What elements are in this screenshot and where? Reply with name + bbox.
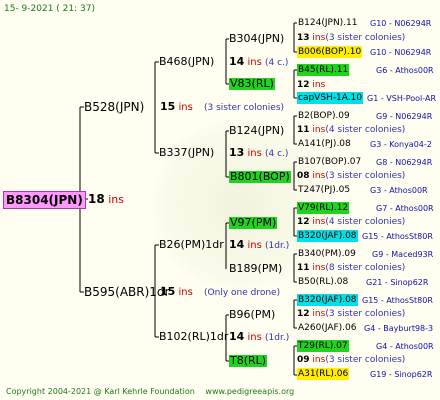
gen2-a-ins: 14 ins (4 c.)	[229, 56, 288, 69]
gen1-top-ins: 15 ins (3 sister colonies)	[160, 101, 284, 114]
gen2-a-info: (4 c.)	[265, 58, 289, 68]
gen4-label[interactable]: capVSH-1A.10	[297, 92, 364, 104]
gen4-code: G1 - VSH-Pool-AR	[367, 94, 437, 103]
gen4-label[interactable]: B340(PM).09	[297, 248, 357, 260]
gen2-b-info: (4 c.)	[265, 149, 289, 159]
gen2-d-label[interactable]: B102(RL)1dr	[159, 331, 228, 343]
gen4-label[interactable]: B320(JAF).08	[297, 294, 358, 306]
gen1-top-ins-word: ins	[178, 102, 193, 113]
gen4-label[interactable]: A141(PJ).08	[297, 138, 352, 150]
gen4-code: G3 - Athos00R	[370, 186, 428, 195]
gen4-label[interactable]: V79(RL).12	[297, 202, 350, 214]
gen4-code: G15 - AthosSt80R	[362, 296, 433, 305]
report-date: 15- 9-2021 ( 21: 37)	[4, 4, 95, 14]
gen2-d-ins-number: 14	[229, 330, 245, 343]
gen3-a2-label[interactable]: V83(RL)	[229, 78, 275, 90]
gen4-code: G6 - Athos00R	[376, 66, 434, 75]
gen4-label[interactable]: B50(RL).08	[297, 276, 349, 288]
gen4-code: G10 - N06294R	[370, 48, 432, 57]
gen2-c-ins: 14 ins (1dr.)	[229, 239, 289, 252]
gen2-d-ins: 14 ins (1dr.)	[229, 331, 289, 344]
gen4-code: G3 - Konya04-2	[370, 140, 432, 149]
gen4-code: G10 - N06294R	[370, 19, 432, 28]
gen2-c-ins-number: 14	[229, 238, 245, 251]
gen4-code: G9 - Maced93R	[372, 250, 434, 259]
gen4-label[interactable]: B006(BOP).10	[297, 46, 363, 58]
gen2-b-ins-number: 13	[229, 146, 245, 159]
gen4-label[interactable]: A260(JAF).06	[297, 322, 358, 334]
gen4-ins: 12 ins(4 sister colonies)	[297, 217, 406, 227]
copyright-text: Copyright 2004-2021 @ Karl Kehrle Founda…	[6, 387, 195, 396]
gen3-a1-label[interactable]: B304(JPN)	[229, 33, 284, 45]
gen2-c-label[interactable]: B26(PM)1dr	[159, 239, 224, 251]
gen1-bottom-ins-number: 15	[160, 285, 176, 298]
gen3-b1-label[interactable]: B124(JPN)	[229, 125, 284, 137]
gen2-a-label[interactable]: B468(JPN)	[159, 56, 214, 68]
gen4-code: G4 - Bayburt98-3	[364, 324, 434, 333]
gen4-ins: 13 ins(3 sister colonies)	[297, 33, 406, 43]
gen4-code: G21 - Sinop62R	[366, 278, 429, 287]
gen2-a-ins-word: ins	[247, 57, 262, 68]
gen2-c-ins-word: ins	[247, 240, 262, 251]
gen1-bottom-info: (Only one drone)	[204, 288, 281, 298]
root-insemination: 18 ins	[88, 193, 124, 206]
queen-root-label[interactable]: B8304(JPN)	[3, 191, 86, 209]
gen4-ins: 11 ins(4 sister colonies)	[297, 125, 406, 135]
gen4-ins: 12 ins(3 sister colonies)	[297, 309, 406, 319]
gen1-bottom-ins-word: ins	[178, 287, 193, 298]
gen2-b-ins: 13 ins (4 c.)	[229, 147, 288, 160]
gen2-d-ins-word: ins	[247, 332, 262, 343]
gen2-a-ins-number: 14	[229, 55, 245, 68]
gen3-c1-label[interactable]: V97(PM)	[229, 217, 278, 229]
gen4-code: G9 - N06294R	[376, 112, 433, 121]
gen4-code: G15 - AthosSt80R	[362, 232, 433, 241]
gen1-bottom-label[interactable]: B595(ABR)1dr	[84, 286, 169, 298]
gen3-c2-label[interactable]: B189(PM)	[229, 263, 282, 275]
gen1-top-info: (3 sister colonies)	[204, 103, 285, 113]
gen4-ins: 11 ins(8 sister colonies)	[297, 263, 406, 273]
gen4-code: G8 - N06294R	[376, 158, 433, 167]
gen4-code: G19 - Sinop62R	[370, 370, 433, 379]
gen4-label[interactable]: B2(BOP).09	[297, 110, 351, 122]
gen4-label[interactable]: A31(RL).06	[297, 368, 350, 380]
gen3-b2-label[interactable]: B801(BOP)	[229, 171, 291, 183]
gen4-code: G4 - Athos00R	[376, 342, 434, 351]
root-ins-number: 18	[88, 192, 105, 206]
gen2-b-ins-word: ins	[247, 148, 262, 159]
gen4-label[interactable]: B107(BOP).07	[297, 156, 362, 168]
gen4-ins: 09 ins(3 sister colonies)	[297, 355, 406, 365]
footer: Copyright 2004-2021 @ Karl Kehrle Founda…	[6, 386, 294, 398]
gen4-label[interactable]: T247(PJ).05	[297, 184, 351, 196]
gen1-bottom-ins: 15 ins (Only one drone)	[160, 286, 280, 299]
gen4-label[interactable]: B124(JPN).11	[297, 17, 359, 29]
gen4-label[interactable]: B45(RL).11	[297, 64, 350, 76]
gen2-d-info: (1dr.)	[265, 333, 290, 343]
gen4-code: G7 - Athos00R	[376, 204, 434, 213]
gen3-d2-label[interactable]: T8(RL)	[229, 355, 268, 367]
gen3-d1-label[interactable]: B96(PM)	[229, 309, 275, 321]
gen4-label[interactable]: B320(JAF).08	[297, 230, 358, 242]
gen1-top-label[interactable]: B528(JPN)	[84, 101, 144, 113]
gen4-ins: 12 ins	[297, 80, 326, 90]
gen2-c-info: (1dr.)	[265, 241, 290, 251]
gen4-label[interactable]: T29(RL).07	[297, 340, 349, 352]
site-link[interactable]: www.pedigreeapis.org	[205, 387, 294, 396]
gen2-b-label[interactable]: B337(JPN)	[159, 147, 214, 159]
gen1-top-ins-number: 15	[160, 100, 176, 113]
gen4-ins: 08 ins(3 sister colonies)	[297, 171, 406, 181]
root-ins-word: ins	[108, 193, 124, 206]
